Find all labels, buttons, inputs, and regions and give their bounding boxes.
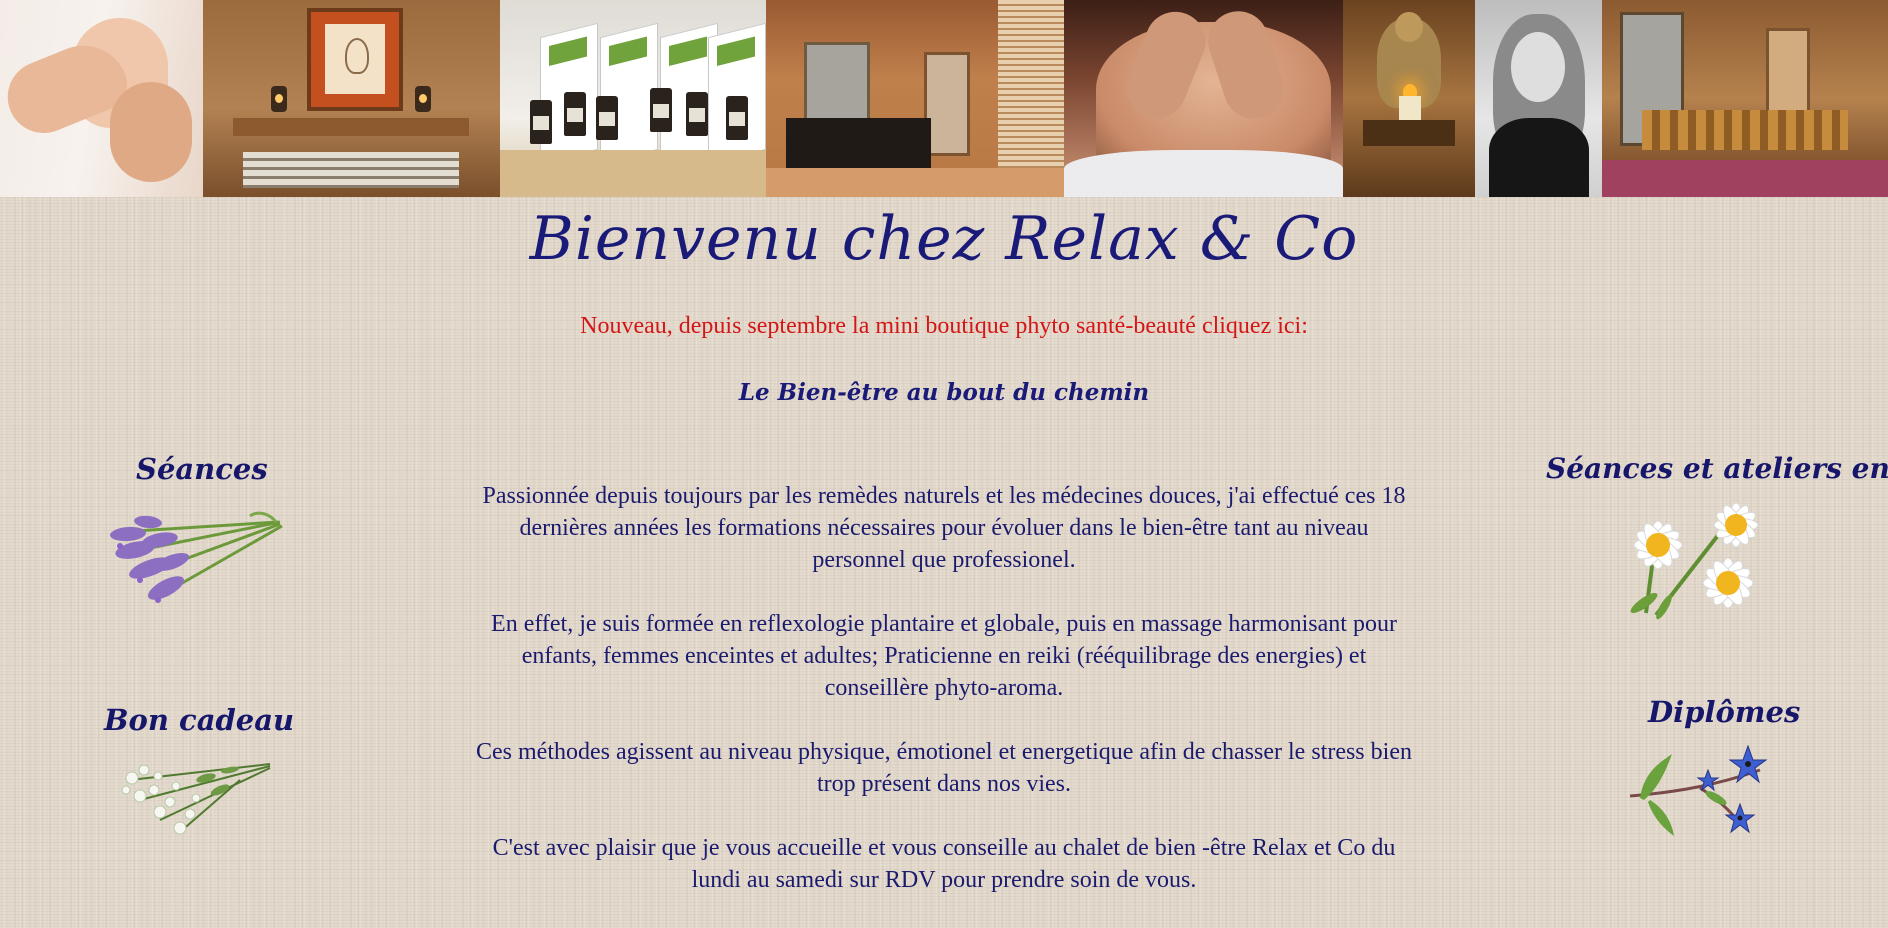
lavender-icon[interactable] bbox=[100, 492, 290, 610]
daisy-icon[interactable] bbox=[1616, 495, 1788, 625]
nav-diplomas-link[interactable]: Diplômes bbox=[1648, 695, 1800, 729]
shop-name-link[interactable]: Le Bien-être au bout du chemin bbox=[0, 379, 1888, 406]
essential-oils-photo bbox=[500, 0, 766, 197]
room-photo bbox=[203, 0, 500, 197]
nav-children-sessions-link[interactable]: Séances et ateliers enfants bbox=[1546, 452, 1888, 485]
borage-flower-icon[interactable] bbox=[1620, 740, 1785, 840]
sauna-photo bbox=[766, 0, 1064, 197]
intro-paragraph-2: En effet, je suis formée en reflexologie… bbox=[491, 611, 1397, 701]
buddha-candle-photo bbox=[1343, 0, 1475, 197]
intro-paragraph-1: Passionnée depuis toujours par les remèd… bbox=[482, 483, 1406, 573]
intro-paragraph-4: C'est avec plaisir que je vous accueille… bbox=[492, 835, 1396, 893]
page-title: Bienvenu chez Relax & Co bbox=[529, 204, 1359, 274]
massage-photo bbox=[1064, 0, 1343, 197]
nav-seances-link[interactable]: Séances bbox=[136, 452, 268, 486]
portrait-photo bbox=[1475, 0, 1602, 197]
shop-news-link[interactable]: Nouveau, depuis septembre la mini boutiq… bbox=[0, 313, 1888, 340]
massage-room-photo bbox=[1602, 0, 1888, 197]
white-flower-icon[interactable] bbox=[110, 740, 280, 840]
intro-text: Passionnée depuis toujours par les remèd… bbox=[470, 480, 1418, 928]
photo-banner bbox=[0, 0, 1888, 197]
intro-paragraph-3: Ces méthodes agissent au niveau physique… bbox=[476, 739, 1412, 797]
nav-gift-voucher-link[interactable]: Bon cadeau bbox=[104, 703, 294, 737]
reflexology-photo bbox=[0, 0, 203, 197]
